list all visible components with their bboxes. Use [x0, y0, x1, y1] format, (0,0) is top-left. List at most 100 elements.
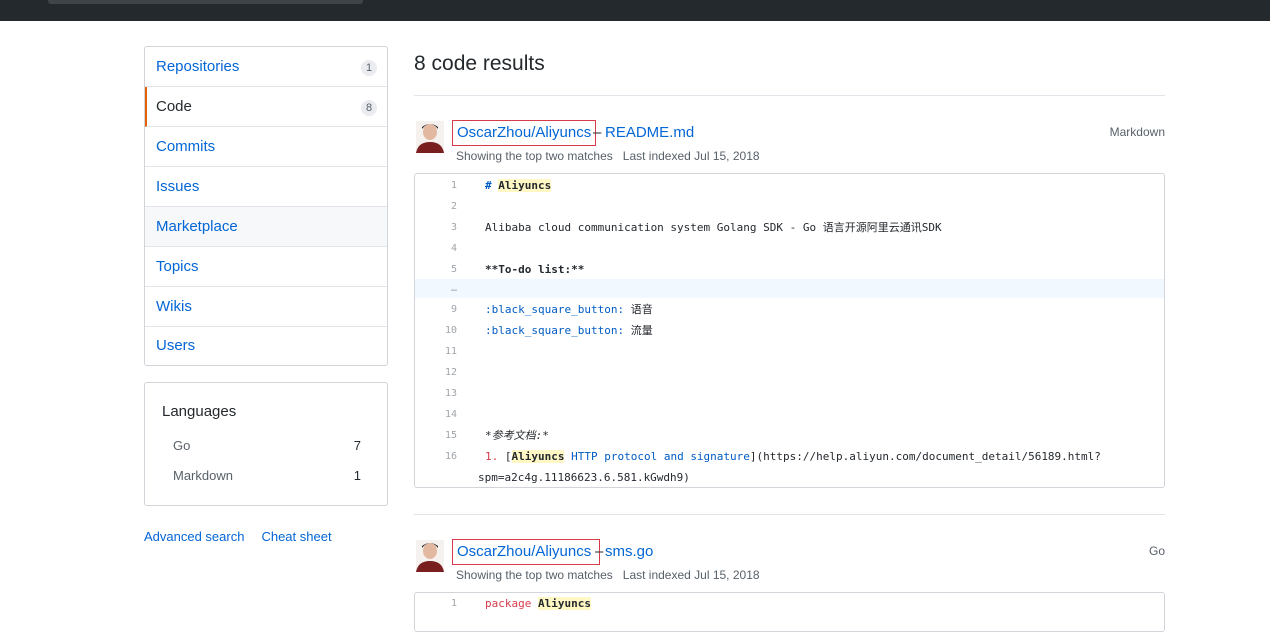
code-line: 12 — [415, 362, 1164, 383]
code-line: 11 — [415, 341, 1164, 362]
match-summary: Showing the top two matches — [456, 568, 613, 582]
line-number: 1 — [450, 180, 457, 191]
result-meta: Showing the top two matches Last indexed … — [456, 568, 760, 582]
languages-panel: Languages Go 7 Markdown 1 — [144, 382, 388, 506]
code-text: # — [485, 179, 499, 192]
menu-item-commits[interactable]: Commits — [145, 127, 387, 167]
menu-item-label: Commits — [156, 138, 216, 155]
line-number: 3 — [450, 222, 457, 233]
file-language: Go — [1148, 544, 1165, 558]
line-number: 9 — [450, 304, 457, 315]
code-text: spm=a2c4g.11186623.6.581.kGwdh9) — [478, 471, 690, 484]
menu-item-label: Topics — [156, 258, 199, 275]
github-logo-icon[interactable] — [8, 0, 30, 8]
language-filter-go[interactable]: Go 7 — [173, 438, 363, 453]
code-line: 13 — [415, 383, 1164, 404]
code-text: **To-do list:** — [485, 263, 585, 276]
line-number: 1 — [450, 598, 457, 609]
code-text: :black_square_button: — [485, 324, 625, 337]
code-text: 语音 — [624, 303, 653, 316]
code-snippet: 1 package Aliyuncs — [414, 592, 1165, 632]
menu-item-issues[interactable]: Issues — [145, 167, 387, 207]
code-text: *参考文档:* — [485, 429, 549, 442]
line-number: 13 — [444, 388, 457, 399]
search-match: Aliyuncs — [498, 179, 552, 192]
code-line: 16 1. [Aliyuncs HTTP protocol and signat… — [415, 446, 1164, 467]
advanced-search-link[interactable]: Advanced search — [144, 529, 244, 544]
line-number: 14 — [444, 409, 457, 420]
code-line: 14 — [415, 404, 1164, 425]
search-match: Aliyuncs — [537, 597, 591, 610]
language-count: 1 — [353, 468, 361, 483]
file-language: Markdown — [1109, 125, 1165, 139]
menu-item-repositories[interactable]: Repositories 1 — [145, 47, 387, 87]
divider — [414, 514, 1165, 515]
code-text: HTTP protocol and signature — [564, 450, 750, 463]
code-line: 3 Alibaba cloud communication system Gol… — [415, 217, 1164, 238]
top-header — [0, 0, 1270, 21]
code-text: 1. — [485, 450, 499, 463]
search-match: Aliyuncs — [511, 450, 565, 463]
language-name: Go — [173, 438, 191, 453]
repo-link[interactable]: OscarZhou/Aliyuncs — [452, 120, 597, 146]
search-help-links: Advanced search Cheat sheet — [144, 529, 349, 544]
search-type-menu: Repositories 1 Code 8 Commits Issues Marke… — [144, 46, 388, 366]
repo-link[interactable]: OscarZhou/Aliyuncs — [452, 539, 600, 565]
line-number: … — [450, 283, 457, 294]
menu-item-code[interactable]: Code 8 — [145, 87, 387, 127]
separator-dash: – — [595, 543, 604, 560]
code-line: 1 package Aliyuncs — [415, 593, 1164, 614]
file-link[interactable]: README.md — [605, 125, 694, 141]
last-indexed: Last indexed Jul 15, 2018 — [622, 568, 760, 582]
code-text: ](https://help.aliyun.com/document_detai… — [749, 450, 1101, 463]
menu-item-label: Users — [156, 337, 196, 354]
result-meta: Showing the top two matches Last indexed … — [456, 149, 760, 163]
code-snippet: 1 # Aliyuncs 2 3 Alibaba cloud communica… — [414, 173, 1165, 488]
results-count-heading: 8 code results — [414, 52, 545, 75]
counter-badge: 8 — [361, 100, 377, 116]
code-line: 2 — [415, 196, 1164, 217]
code-line: 15 *参考文档:* — [415, 425, 1164, 446]
code-text: package — [485, 597, 532, 610]
menu-item-topics[interactable]: Topics — [145, 247, 387, 287]
separator-dash: – — [593, 124, 602, 141]
menu-item-label: Wikis — [156, 298, 192, 315]
menu-item-wikis[interactable]: Wikis — [145, 287, 387, 327]
menu-item-label: Issues — [156, 178, 200, 195]
match-summary: Showing the top two matches — [456, 149, 613, 163]
divider — [414, 95, 1165, 96]
code-line: 10 :black_square_button: 流量 — [415, 320, 1164, 341]
menu-item-label: Code — [156, 98, 192, 115]
menu-item-label: Marketplace — [156, 218, 238, 235]
line-number: 12 — [444, 367, 457, 378]
languages-title: Languages — [162, 403, 237, 420]
line-number: 15 — [444, 430, 457, 441]
search-input[interactable] — [48, 0, 363, 4]
line-number: 2 — [450, 201, 457, 212]
code-text: [ — [498, 450, 512, 463]
line-number: 10 — [444, 325, 457, 336]
code-line: 5 **To-do list:** — [415, 259, 1164, 280]
line-number: 11 — [444, 346, 457, 357]
line-number: 5 — [450, 264, 457, 275]
file-link[interactable]: sms.go — [605, 544, 653, 560]
line-number: 4 — [450, 243, 457, 254]
menu-item-label: Repositories — [156, 58, 240, 75]
code-text: Alibaba cloud communication system Golan… — [485, 221, 942, 234]
avatar[interactable] — [416, 540, 444, 572]
avatar[interactable] — [416, 121, 444, 153]
cheat-sheet-link[interactable]: Cheat sheet — [261, 529, 331, 544]
menu-item-users[interactable]: Users — [145, 327, 387, 365]
code-text: :black_square_button: — [485, 303, 625, 316]
language-name: Markdown — [173, 468, 233, 483]
language-count: 7 — [353, 438, 361, 453]
code-line: 4 — [415, 238, 1164, 259]
code-line: spm=a2c4g.11186623.6.581.kGwdh9) — [415, 467, 1164, 487]
language-filter-markdown[interactable]: Markdown 1 — [173, 468, 363, 483]
line-number: 16 — [444, 451, 457, 462]
last-indexed: Last indexed Jul 15, 2018 — [622, 149, 760, 163]
menu-item-marketplace[interactable]: Marketplace — [145, 207, 387, 247]
code-gap-row[interactable]: … — [415, 279, 1164, 298]
code-line: 9 :black_square_button: 语音 — [415, 299, 1164, 320]
code-text: 流量 — [624, 324, 653, 337]
